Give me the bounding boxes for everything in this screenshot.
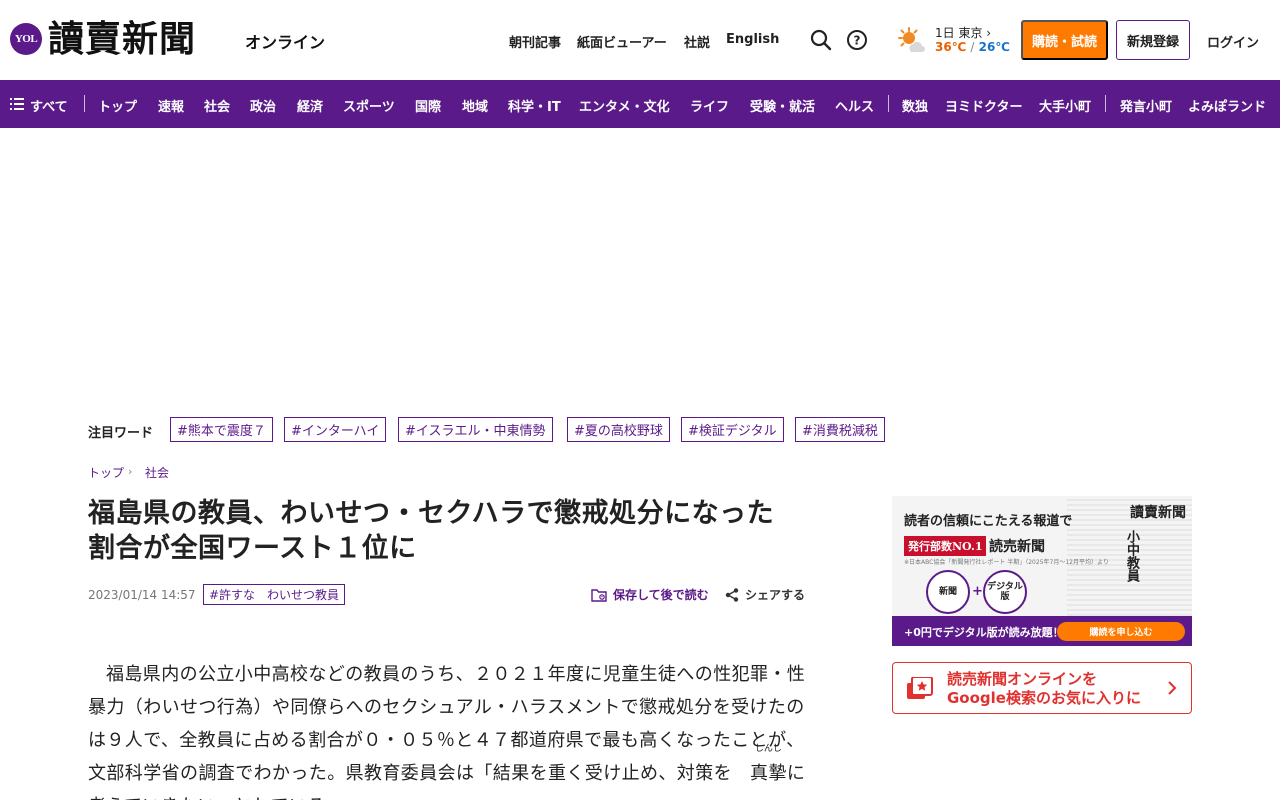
site-header: YOL 讀賣新聞 オンライン 朝刊記事 紙面ビューアー 社説 English ?… bbox=[0, 0, 1280, 80]
ad-bottom-text: +0円でデジタル版が読み放題！ bbox=[904, 626, 1064, 639]
ad-footnote: ※日本ABC協会「新聞発行社レポート 半期」（2025年7月〜12月平均）より bbox=[904, 559, 1109, 566]
google-favorite-line-1: 読売新聞オンラインを bbox=[947, 670, 1098, 688]
weather-sun-cloud-icon bbox=[896, 26, 926, 56]
breadcrumb-society[interactable]: 社会 bbox=[145, 464, 169, 481]
article-date: 2023/01/14 14:57 bbox=[88, 588, 196, 602]
weather-date: 1日 東京 bbox=[935, 26, 983, 40]
share-label: シェアする bbox=[745, 588, 806, 602]
menu-icon[interactable] bbox=[10, 97, 24, 111]
cat-science-it[interactable]: 科学・IT bbox=[508, 96, 561, 115]
subscription-ad-banner[interactable]: 讀賣新聞 小中教員 読者の信頼にこたえる報道で 発行部数NO.1 読売新聞 ※日… bbox=[892, 496, 1192, 646]
save-folder-icon bbox=[591, 588, 607, 602]
cat-hatsugen-komachi[interactable]: 発言小町 bbox=[1120, 96, 1172, 115]
article-tag[interactable]: #許すな わいせつ教員 bbox=[203, 584, 346, 605]
site-logo-subtitle[interactable]: オンライン bbox=[245, 29, 325, 53]
google-favorite-banner[interactable]: 読売新聞オンラインを Google検索のお気に入りに bbox=[892, 662, 1192, 714]
ad-headline: 読者の信頼にこたえる報道で bbox=[904, 514, 1073, 529]
cat-exam-jobs[interactable]: 受験・就活 bbox=[750, 96, 815, 115]
cat-regional[interactable]: 地域 bbox=[462, 96, 488, 115]
register-button[interactable]: 新規登録 bbox=[1116, 20, 1190, 60]
share-icon bbox=[725, 587, 739, 602]
google-favorite-text: 読売新聞オンラインを Google検索のお気に入りに bbox=[947, 670, 1141, 708]
cat-entertainment[interactable]: エンタメ・文化 bbox=[579, 96, 670, 115]
save-for-later-button[interactable]: 保存して後で読む bbox=[591, 586, 709, 603]
temp-separator: / bbox=[970, 40, 975, 54]
cat-all[interactable]: すべて bbox=[30, 96, 68, 115]
ruby-base: 真摯 bbox=[750, 763, 787, 784]
ruby-word: しんし 真摯 bbox=[732, 745, 787, 790]
share-button[interactable]: シェアする bbox=[725, 586, 805, 603]
weather-temps: 36℃ / 26℃ bbox=[935, 40, 1010, 54]
cat-international[interactable]: 国際 bbox=[415, 96, 441, 115]
trend-tag[interactable]: #夏の高校野球 bbox=[567, 417, 670, 442]
ruby-reading: しんし bbox=[754, 744, 782, 754]
category-nav: すべて トップ 速報 社会 政治 経済 スポーツ 国際 地域 科学・IT エンタ… bbox=[0, 80, 1280, 128]
trend-tag[interactable]: #イスラエル・中東情勢 bbox=[398, 417, 553, 442]
cat-top[interactable]: トップ bbox=[98, 96, 137, 115]
nav-paper-viewer[interactable]: 紙面ビューアー bbox=[577, 32, 667, 51]
cat-breaking[interactable]: 速報 bbox=[158, 96, 184, 115]
cat-divider bbox=[888, 95, 889, 112]
cat-yomipo-land[interactable]: よみぽランド bbox=[1188, 96, 1266, 115]
nav-editorial[interactable]: 社説 bbox=[684, 32, 710, 51]
plus-icon: + bbox=[972, 584, 983, 599]
yol-logo[interactable]: YOL bbox=[10, 23, 42, 55]
cat-divider bbox=[1105, 95, 1106, 112]
chevron-right-icon: › bbox=[128, 465, 133, 478]
nav-english[interactable]: English bbox=[726, 32, 779, 47]
nav-morning-edition[interactable]: 朝刊記事 bbox=[509, 32, 561, 51]
breadcrumb-top[interactable]: トップ bbox=[88, 464, 124, 481]
trending-label: 注目ワード bbox=[88, 426, 154, 441]
temp-low: 26℃ bbox=[978, 40, 1010, 54]
ad-apply-button[interactable]: 購読を申し込む bbox=[1057, 622, 1185, 641]
cat-politics[interactable]: 政治 bbox=[250, 96, 276, 115]
article-headline: 福島県の教員、わいせつ・セクハラで懲戒処分になった 割合が全国ワースト１位に bbox=[88, 496, 818, 566]
cat-society[interactable]: 社会 bbox=[204, 96, 230, 115]
trend-tag[interactable]: #インターハイ bbox=[284, 417, 387, 442]
cat-divider bbox=[84, 95, 85, 112]
site-logo-title[interactable]: 讀賣新聞 bbox=[48, 14, 196, 64]
ad-paper-title: 讀賣新聞 bbox=[1130, 505, 1186, 521]
chevron-right-icon bbox=[1168, 681, 1177, 695]
weather-date-link[interactable]: 1日 東京 › bbox=[935, 24, 991, 41]
save-label: 保存して後で読む bbox=[613, 588, 709, 602]
cat-health[interactable]: ヘルス bbox=[835, 96, 874, 115]
search-icon[interactable] bbox=[809, 28, 833, 52]
help-icon[interactable]: ? bbox=[845, 28, 869, 52]
trend-tag[interactable]: #検証デジタル bbox=[681, 417, 784, 442]
cat-yomidr[interactable]: ヨミドクター bbox=[945, 96, 1022, 115]
chevron-right-icon: › bbox=[986, 26, 992, 40]
ad-brand: 読売新聞 bbox=[989, 539, 1045, 555]
ad-bottom-bar: +0円でデジタル版が読み放題！ 購読を申し込む bbox=[892, 616, 1192, 646]
cat-otekomachi[interactable]: 大手小町 bbox=[1039, 96, 1091, 115]
ad-circle-digital: デジタル版 bbox=[983, 570, 1027, 614]
cat-life[interactable]: ライフ bbox=[690, 96, 729, 115]
temp-high: 36℃ bbox=[935, 40, 967, 54]
ad-circulation-badge: 発行部数NO.1 bbox=[904, 536, 987, 556]
ad-circle-newspaper: 新聞 bbox=[926, 570, 970, 614]
trend-tag[interactable]: #消費税減税 bbox=[795, 417, 885, 442]
login-link[interactable]: ログイン bbox=[1207, 32, 1259, 51]
article-body: 福島県内の公立小中高校などの教員のうち、２０２１年度に児童生徒への性犯罪・性暴力… bbox=[88, 658, 812, 800]
cat-economy[interactable]: 経済 bbox=[297, 96, 323, 115]
favorite-star-icon bbox=[907, 677, 933, 699]
subscribe-button[interactable]: 購読・試読 bbox=[1021, 20, 1108, 60]
cat-sports[interactable]: スポーツ bbox=[343, 96, 395, 115]
trend-tag[interactable]: #熊本で震度７ bbox=[170, 417, 273, 442]
ad-paper-headline: 小中教員 bbox=[1124, 530, 1139, 582]
svg-text:?: ? bbox=[854, 34, 861, 48]
body-text-part: 福島県内の公立小中高校などの教員のうち、２０２１年度に児童生徒への性犯罪・性暴力… bbox=[88, 664, 806, 784]
headline-line-2: 割合が全国ワースト１位に bbox=[88, 533, 417, 564]
google-favorite-line-2: Google検索のお気に入りに bbox=[947, 689, 1141, 707]
headline-line-1: 福島県の教員、わいせつ・セクハラで懲戒処分になった bbox=[88, 498, 775, 529]
cat-sudoku[interactable]: 数独 bbox=[902, 96, 928, 115]
